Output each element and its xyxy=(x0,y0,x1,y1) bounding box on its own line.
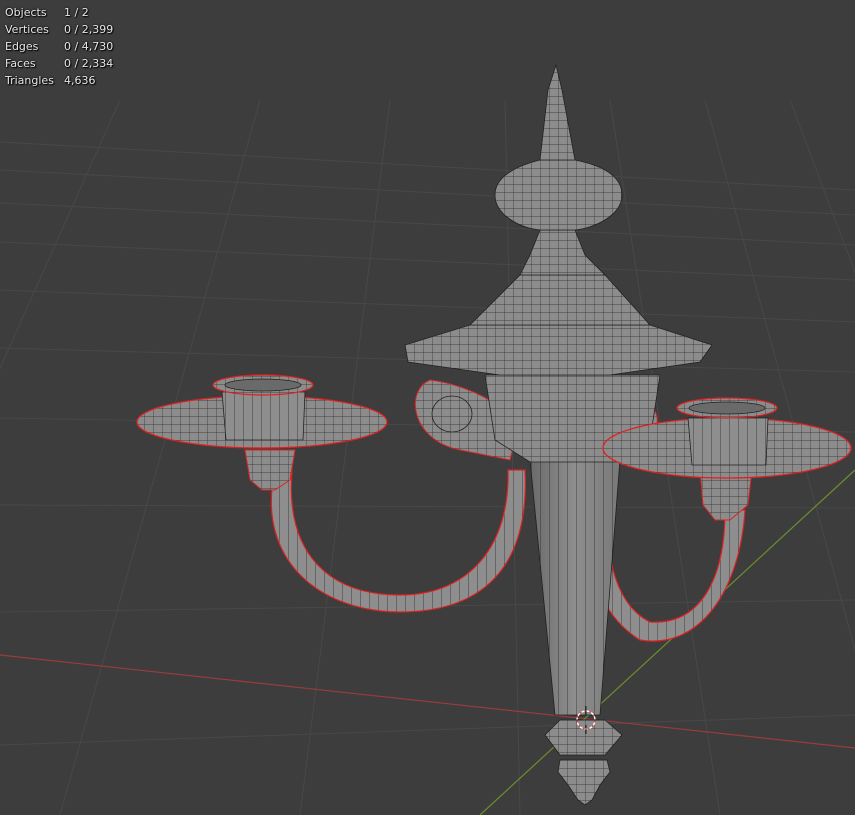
finial-bulb[interactable] xyxy=(494,159,623,231)
left-arm[interactable] xyxy=(270,469,526,613)
stat-label: Edges xyxy=(5,40,39,53)
finial-neck[interactable] xyxy=(519,229,606,276)
right-candle-cup[interactable] xyxy=(687,417,769,466)
right-cup-hole xyxy=(688,401,766,415)
left-cup-hole xyxy=(224,378,302,392)
stat-value: 0 / 4,730 xyxy=(64,40,114,53)
stat-row-faces: Faces 0 / 2,334 xyxy=(5,55,113,72)
left-candle-cup[interactable] xyxy=(221,391,306,441)
stat-value: 4,636 xyxy=(64,74,96,87)
x-axis-line xyxy=(0,654,855,749)
stat-value: 1 / 2 xyxy=(64,6,89,19)
canopy-top[interactable] xyxy=(469,274,651,326)
stat-row-edges: Edges 0 / 4,730 xyxy=(5,38,113,55)
stat-label: Triangles xyxy=(5,74,54,87)
stem-shade xyxy=(530,460,620,715)
bottom-collar[interactable] xyxy=(544,719,623,756)
stat-label: Faces xyxy=(5,57,36,70)
stat-row-vertices: Vertices 0 / 2,399 xyxy=(5,21,113,38)
stat-label: Vertices xyxy=(5,23,49,36)
viewport-scene[interactable] xyxy=(0,0,855,815)
left-scroll-curl xyxy=(431,395,473,433)
3d-viewport[interactable]: Objects 1 / 2 Vertices 0 / 2,399 Edges 0… xyxy=(0,0,855,815)
stat-value: 0 / 2,334 xyxy=(64,57,114,70)
sconce-mesh[interactable] xyxy=(136,63,852,806)
stat-value: 0 / 2,399 xyxy=(64,23,114,36)
canopy-base[interactable] xyxy=(404,324,713,376)
stat-row-objects: Objects 1 / 2 xyxy=(5,4,113,21)
stat-label: Objects xyxy=(5,6,47,19)
statistics-overlay: Objects 1 / 2 Vertices 0 / 2,399 Edges 0… xyxy=(5,4,113,89)
stat-row-triangles: Triangles 4,636 xyxy=(5,72,113,89)
bottom-finial[interactable] xyxy=(557,759,611,806)
finial-spire[interactable] xyxy=(539,63,576,161)
